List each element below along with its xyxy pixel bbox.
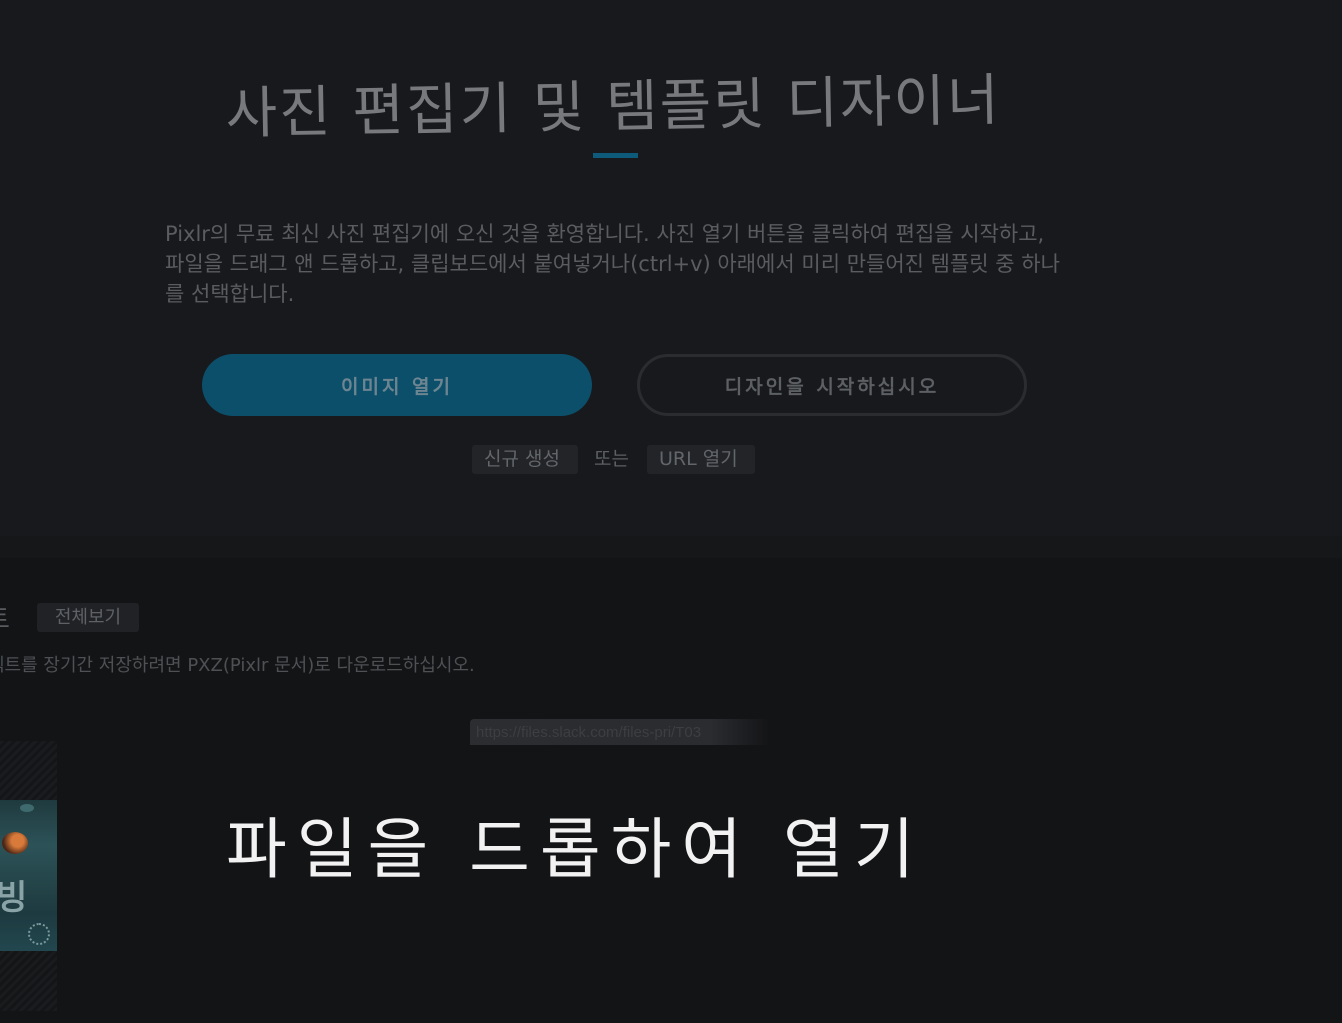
- project-thumbnail[interactable]: 빙: [0, 800, 57, 951]
- start-design-button[interactable]: 디자인을 시작하십시오: [637, 354, 1027, 416]
- view-all-button[interactable]: 전체보기: [37, 603, 139, 632]
- drop-file-text: 파일을 드롭하여 열기: [226, 811, 925, 888]
- title-underline: [593, 153, 638, 158]
- section-divider: [0, 536, 1342, 558]
- fish-graphic: [20, 804, 34, 812]
- drag-url-tooltip: https://files.slack.com/files-pri/T03: [470, 719, 770, 745]
- open-image-button[interactable]: 이미지 열기: [202, 354, 592, 416]
- thumbnail-text: 빙: [0, 878, 28, 918]
- or-text: 또는: [594, 448, 629, 470]
- open-url-button[interactable]: URL 열기: [647, 445, 755, 474]
- ring-icon: [28, 923, 50, 945]
- projects-section: [0, 558, 1342, 1023]
- create-new-button[interactable]: 신규 생성: [472, 445, 578, 474]
- projects-note: 젝트를 장기간 저장하려면 PXZ(Pixlr 문서)로 다운로드하십시오.: [0, 655, 475, 676]
- intro-text: Pixlr의 무료 최신 사진 편집기에 오신 것을 환영합니다. 사진 열기 …: [165, 222, 1060, 306]
- fish-graphic: [2, 832, 28, 854]
- projects-heading: 트: [0, 599, 10, 636]
